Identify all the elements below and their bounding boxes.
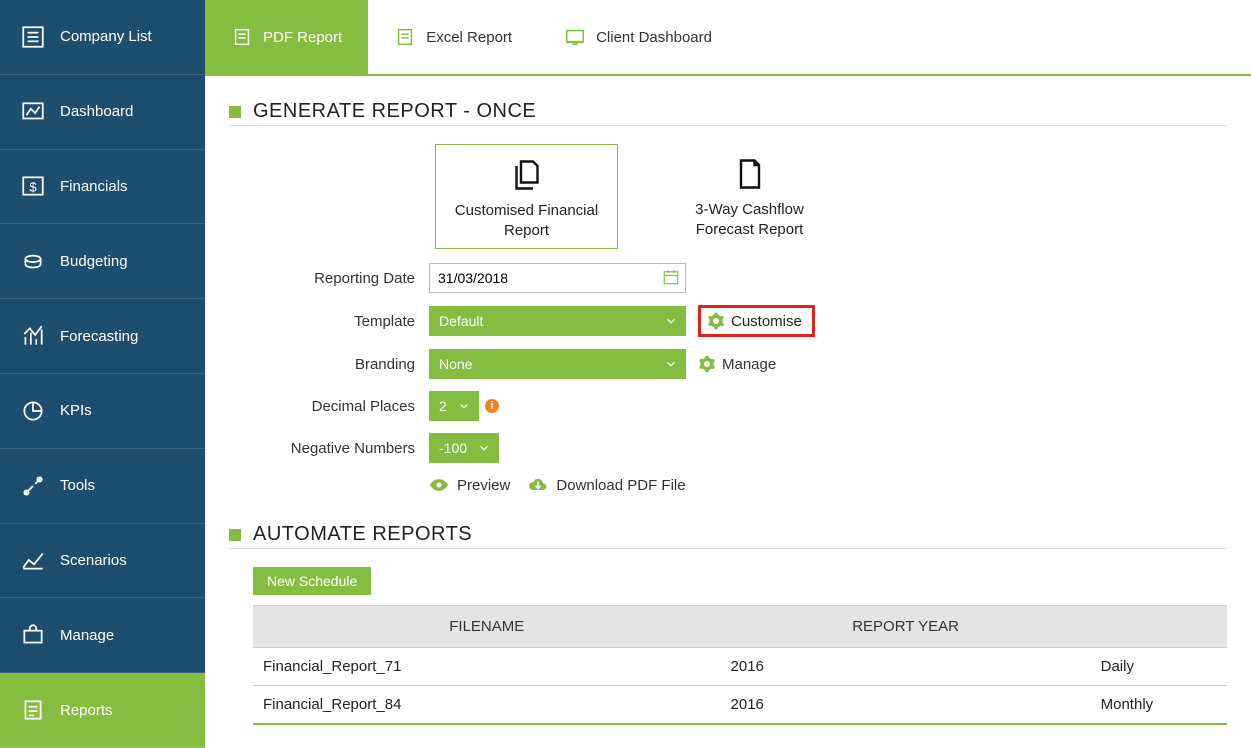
sidebar-label: Scenarios (60, 552, 127, 569)
chevron-down-icon (664, 314, 678, 328)
sidebar-item-budgeting[interactable]: Budgeting (0, 224, 205, 299)
tab-label: Excel Report (426, 29, 512, 46)
bars-icon (20, 323, 46, 349)
sidebar-item-scenarios[interactable]: Scenarios (0, 524, 205, 599)
download-text: Download PDF File (556, 477, 685, 494)
new-schedule-button[interactable]: New Schedule (253, 567, 371, 595)
document-icon (732, 156, 768, 192)
tabs: PDF Report Excel Report Client Dashboard (205, 0, 1251, 76)
label-decimal: Decimal Places (229, 398, 429, 415)
dropdown-value: -100 (439, 440, 467, 456)
dropdown-value: 2 (439, 398, 447, 414)
preview-text: Preview (457, 477, 510, 494)
template-dropdown[interactable]: Default (429, 306, 686, 336)
card-label: Customised Financial Report (444, 201, 609, 240)
label-reporting-date: Reporting Date (229, 270, 429, 287)
chart-icon (20, 99, 46, 125)
documents-icon (509, 157, 545, 193)
label-negative: Negative Numbers (229, 440, 429, 457)
section-title-text: AUTOMATE REPORTS (253, 523, 472, 546)
branding-dropdown[interactable]: None (429, 349, 686, 379)
cell-filename: Financial_Report_71 (253, 648, 721, 686)
cell-year: 2016 (721, 648, 1091, 686)
customise-button[interactable]: Customise (698, 305, 815, 337)
sidebar: Company List Dashboard $ Financials Budg… (0, 0, 205, 748)
tools-icon (20, 473, 46, 499)
label-template: Template (229, 313, 429, 330)
report-card-customised[interactable]: Customised Financial Report (435, 144, 618, 249)
sidebar-label: Manage (60, 627, 114, 644)
dropdown-value: Default (439, 313, 483, 329)
label-branding: Branding (229, 356, 429, 373)
sidebar-label: Tools (60, 477, 95, 494)
sidebar-item-kpis[interactable]: KPIs (0, 374, 205, 449)
gear-icon (707, 312, 725, 330)
info-icon[interactable]: i (485, 399, 499, 413)
sidebar-label: Forecasting (60, 328, 138, 345)
decimal-dropdown[interactable]: 2 (429, 391, 479, 421)
chevron-down-icon (477, 441, 491, 455)
col-frequency (1091, 606, 1227, 648)
sidebar-label: Reports (60, 702, 113, 719)
reporting-date-input[interactable] (429, 263, 686, 293)
sidebar-label: Dashboard (60, 103, 133, 120)
preview-button[interactable]: Preview (429, 475, 510, 495)
report-card-cashflow[interactable]: 3-Way Cashflow Forecast Report (658, 144, 841, 249)
sidebar-item-tools[interactable]: Tools (0, 449, 205, 524)
square-marker-icon (229, 529, 241, 541)
sidebar-item-forecasting[interactable]: Forecasting (0, 299, 205, 374)
card-label: 3-Way Cashflow Forecast Report (666, 200, 833, 239)
manage-text: Manage (722, 356, 776, 373)
square-marker-icon (229, 106, 241, 118)
col-filename: FILENAME (253, 606, 721, 648)
customise-text: Customise (731, 313, 802, 330)
sidebar-label: KPIs (60, 402, 92, 419)
section-title-text: GENERATE REPORT - ONCE (253, 100, 536, 123)
tab-label: Client Dashboard (596, 29, 712, 46)
excel-icon (394, 26, 416, 48)
dropdown-value: None (439, 356, 472, 372)
sidebar-label: Financials (60, 178, 128, 195)
section-title-automate: AUTOMATE REPORTS (229, 523, 1227, 549)
sidebar-item-reports[interactable]: Reports (0, 673, 205, 748)
col-report-year: REPORT YEAR (721, 606, 1091, 648)
download-button[interactable]: Download PDF File (528, 475, 685, 495)
sidebar-item-company-list[interactable]: Company List (0, 0, 205, 75)
table-row[interactable]: Financial_Report_84 2016 Monthly (253, 686, 1227, 725)
section-title-generate: GENERATE REPORT - ONCE (229, 100, 1227, 126)
svg-text:$: $ (29, 180, 37, 195)
main: PDF Report Excel Report Client Dashboard… (205, 0, 1251, 748)
briefcase-icon (20, 622, 46, 648)
sidebar-item-manage[interactable]: Manage (0, 598, 205, 673)
sidebar-item-dashboard[interactable]: Dashboard (0, 75, 205, 150)
chevron-down-icon (457, 399, 471, 413)
negative-dropdown[interactable]: -100 (429, 433, 499, 463)
tab-pdf-report[interactable]: PDF Report (205, 0, 368, 75)
cell-filename: Financial_Report_84 (253, 686, 721, 725)
tab-client-dashboard[interactable]: Client Dashboard (538, 0, 738, 75)
cloud-download-icon (528, 475, 548, 495)
manage-branding-button[interactable]: Manage (698, 355, 776, 373)
line-chart-icon (20, 547, 46, 573)
cell-freq: Daily (1091, 648, 1227, 686)
coins-icon (20, 248, 46, 274)
sidebar-label: Budgeting (60, 253, 128, 270)
chevron-down-icon (664, 357, 678, 371)
cell-freq: Monthly (1091, 686, 1227, 725)
sidebar-label: Company List (60, 28, 152, 45)
dollar-icon: $ (20, 173, 46, 199)
tab-excel-report[interactable]: Excel Report (368, 0, 538, 75)
list-icon (20, 24, 46, 50)
report-icon (20, 697, 46, 723)
sidebar-item-financials[interactable]: $ Financials (0, 150, 205, 225)
dashboard-icon (564, 26, 586, 48)
eye-icon (429, 475, 449, 495)
table-row[interactable]: Financial_Report_71 2016 Daily (253, 648, 1227, 686)
pie-icon (20, 398, 46, 424)
pdf-icon (231, 26, 253, 48)
gear-icon (698, 355, 716, 373)
tab-label: PDF Report (263, 29, 342, 46)
cell-year: 2016 (721, 686, 1091, 725)
reports-table: FILENAME REPORT YEAR Financial_Report_71… (253, 605, 1227, 725)
